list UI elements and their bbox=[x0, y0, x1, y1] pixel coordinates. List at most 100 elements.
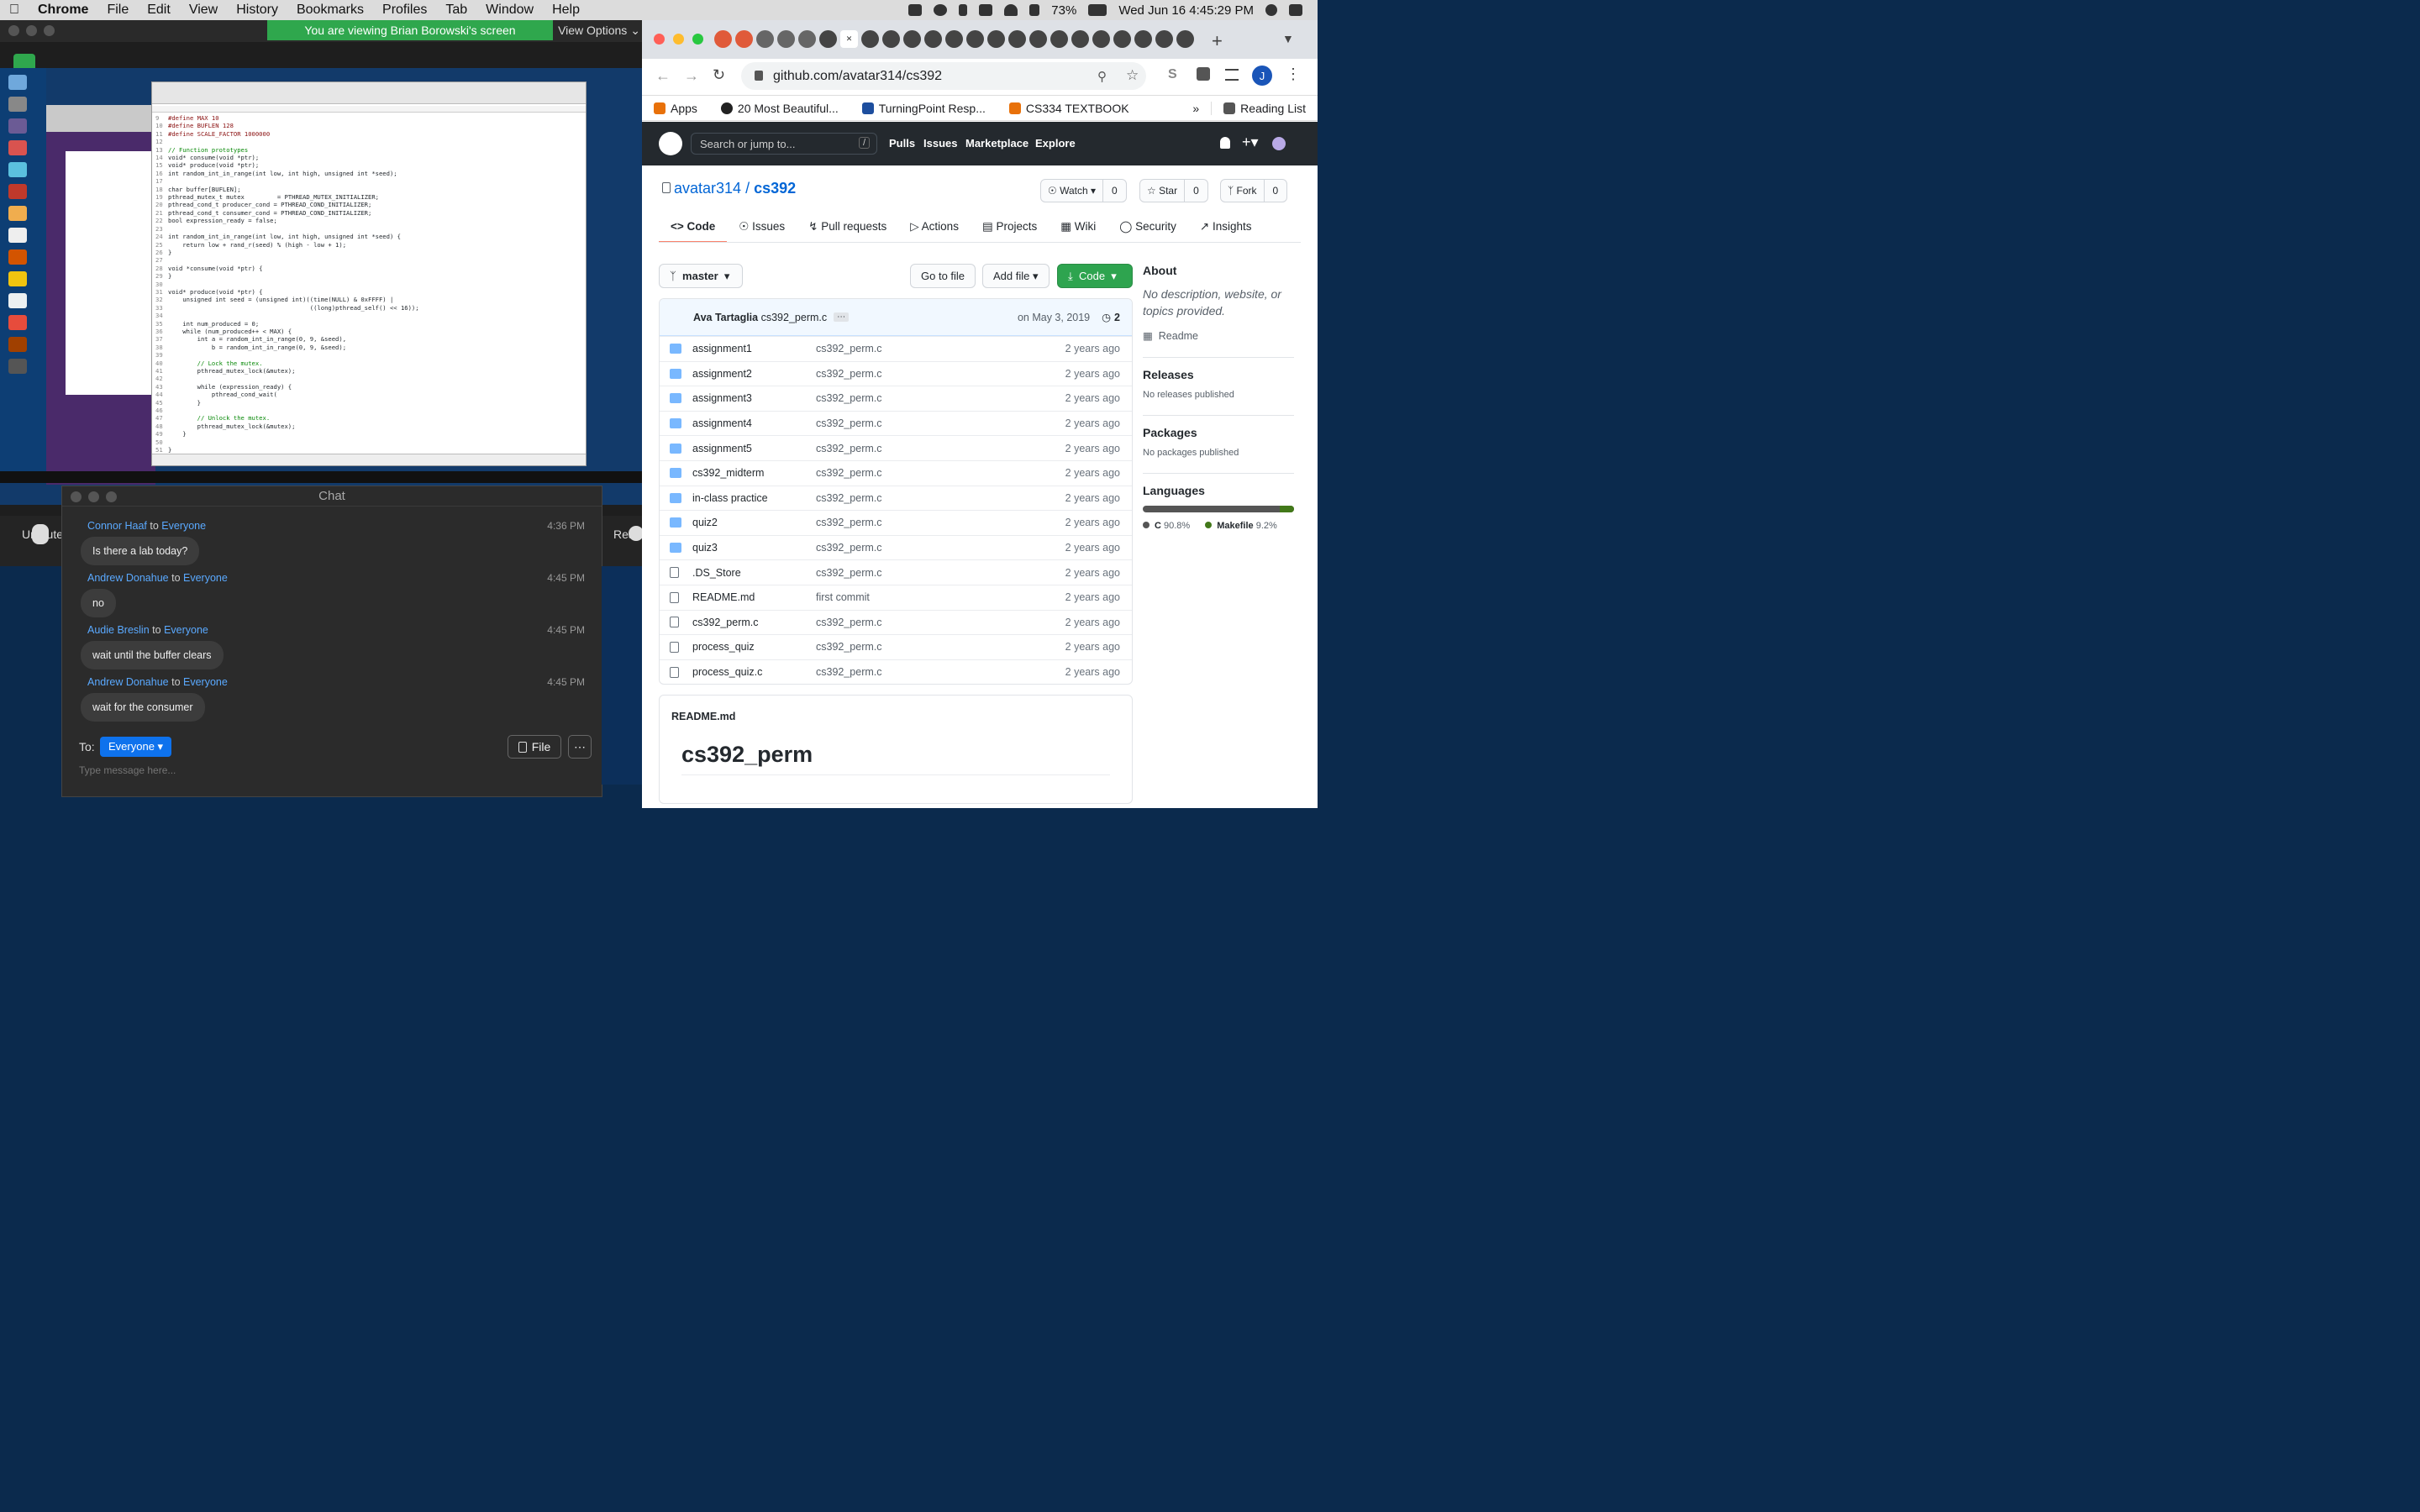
tab-favicon[interactable] bbox=[1113, 30, 1131, 48]
code-line[interactable]: 20 pthread_cond_t producer_cond = PTHREAD… bbox=[155, 201, 581, 208]
chat-message-input[interactable] bbox=[79, 764, 550, 776]
file-name[interactable]: assignment1 bbox=[692, 343, 752, 354]
menu-view[interactable]: View bbox=[180, 3, 227, 18]
code-line[interactable]: 41 pthread_mutex_lock(&mutex); bbox=[155, 367, 581, 375]
bluetooth-icon[interactable] bbox=[959, 4, 968, 16]
recipient-select[interactable]: Everyone ▾ bbox=[100, 737, 172, 757]
bookmark-apps[interactable]: Apps bbox=[642, 102, 709, 115]
code-line[interactable]: 29} bbox=[155, 272, 581, 280]
zoom-close-button[interactable] bbox=[8, 25, 19, 36]
github-logo-icon[interactable] bbox=[659, 132, 682, 155]
code-line[interactable]: 49 } bbox=[155, 430, 581, 438]
tab-favicon[interactable] bbox=[945, 30, 963, 48]
readme-link[interactable]: ▦ Readme bbox=[1143, 329, 1294, 342]
menu-window[interactable]: Window bbox=[476, 3, 543, 18]
time-machine-icon[interactable] bbox=[934, 4, 948, 16]
file-name[interactable]: process_quiz bbox=[692, 641, 755, 653]
reading-list-button[interactable]: Reading List bbox=[1211, 101, 1318, 115]
tab-favicon[interactable] bbox=[735, 30, 753, 48]
tab-wiki[interactable]: ▦ Wiki bbox=[1049, 215, 1107, 243]
code-line[interactable]: 31 void* produce(void *ptr) { bbox=[155, 288, 581, 296]
code-line[interactable]: 13 // Function prototypes bbox=[155, 146, 581, 154]
file-commit-message[interactable]: cs392_perm.c bbox=[816, 617, 882, 628]
tab-favicon[interactable] bbox=[798, 30, 816, 48]
code-line[interactable]: 25 return low + rand_r(seed) % (high - l… bbox=[155, 241, 581, 249]
reactions-button[interactable]: React bbox=[613, 528, 644, 541]
file-row[interactable]: in-class practice cs392_perm.c 2 years ago bbox=[660, 485, 1132, 511]
code-line[interactable]: 17 bbox=[155, 177, 581, 185]
file-row[interactable]: .DS_Store cs392_perm.c 2 years ago bbox=[660, 559, 1132, 585]
menu-bookmarks[interactable]: Bookmarks bbox=[287, 3, 373, 18]
commit-count[interactable]: 2 bbox=[1114, 312, 1120, 323]
control-center-icon[interactable] bbox=[1289, 4, 1302, 16]
tab-favicon[interactable] bbox=[819, 30, 837, 48]
history-icon[interactable]: ◷ bbox=[1102, 311, 1111, 323]
code-line[interactable]: 27 bbox=[155, 256, 581, 264]
file-row[interactable]: process_quiz cs392_perm.c 2 years ago bbox=[660, 634, 1132, 659]
user-avatar[interactable] bbox=[1272, 137, 1286, 150]
file-row[interactable]: assignment2 cs392_perm.c 2 years ago bbox=[660, 360, 1132, 386]
file-name[interactable]: cs392_midterm bbox=[692, 467, 764, 479]
file-name[interactable]: assignment5 bbox=[692, 443, 752, 454]
bell-icon[interactable] bbox=[1220, 137, 1230, 149]
file-row[interactable]: assignment5 cs392_perm.c 2 years ago bbox=[660, 435, 1132, 460]
file-commit-message[interactable]: cs392_perm.c bbox=[816, 443, 882, 454]
code-line[interactable]: 50 bbox=[155, 438, 581, 446]
battery-percent[interactable]: 73% bbox=[1051, 3, 1076, 18]
code-line[interactable]: 15 void* produce(void *ptr); bbox=[155, 161, 581, 169]
tab-favicon[interactable] bbox=[861, 30, 879, 48]
editplus-icon[interactable] bbox=[8, 249, 27, 265]
tab-favicon[interactable] bbox=[1134, 30, 1152, 48]
code-line[interactable]: 46 bbox=[155, 407, 581, 414]
sender-name[interactable]: Andrew Donahue bbox=[87, 676, 169, 688]
file-row[interactable]: assignment4 cs392_perm.c 2 years ago bbox=[660, 410, 1132, 436]
tab-favicon[interactable] bbox=[1071, 30, 1089, 48]
lock-icon[interactable] bbox=[755, 71, 763, 81]
code-line[interactable]: 10 #define BUFLEN 128 bbox=[155, 122, 581, 129]
watch-count[interactable]: 0 bbox=[1103, 185, 1126, 197]
tab-favicon[interactable] bbox=[882, 30, 900, 48]
code-line[interactable]: 36 while (num_produced++ < MAX) { bbox=[155, 328, 581, 335]
branch-select[interactable]: ᛉ master ▾ bbox=[659, 264, 743, 288]
code-line[interactable]: 33 ((long)pthread_self() << 16)); bbox=[155, 304, 581, 312]
bookmarks-overflow[interactable]: » bbox=[1181, 102, 1211, 115]
watch-button[interactable]: ☉ Watch ▾ 0 bbox=[1040, 179, 1127, 202]
chrome-menu-icon[interactable]: ⋮ bbox=[1286, 66, 1301, 83]
file-name[interactable]: process_quiz.c bbox=[692, 666, 762, 678]
code-line[interactable]: 47 // Unlock the mutex. bbox=[155, 414, 581, 422]
chat-expand-button[interactable] bbox=[106, 491, 117, 502]
tab-favicon[interactable] bbox=[1176, 30, 1194, 48]
sender-name[interactable]: Connor Haaf bbox=[87, 520, 147, 532]
menubar-clock[interactable]: Wed Jun 16 4:45:29 PM bbox=[1118, 3, 1254, 18]
tab-favicon[interactable] bbox=[1092, 30, 1110, 48]
commit-expand-button[interactable]: ⋯ bbox=[834, 312, 850, 322]
readme-filename[interactable]: README.md bbox=[671, 711, 735, 722]
chat-minimize-button[interactable] bbox=[88, 491, 99, 502]
tab-favicon[interactable] bbox=[966, 30, 984, 48]
spotlight-search-icon[interactable] bbox=[1265, 4, 1277, 16]
menu-history[interactable]: History bbox=[227, 3, 287, 18]
chrome-fullscreen-button[interactable] bbox=[692, 34, 703, 45]
code-download-button[interactable]: ⤓ Code ▾ bbox=[1057, 264, 1133, 288]
file-name[interactable]: assignment4 bbox=[692, 417, 752, 429]
profile-avatar[interactable]: J bbox=[1252, 66, 1272, 86]
chrome-icon[interactable] bbox=[8, 140, 27, 155]
commit-message[interactable]: cs392_perm.c bbox=[761, 312, 828, 323]
code-line[interactable]: 30 bbox=[155, 281, 581, 288]
file-name[interactable]: .DS_Store bbox=[692, 567, 741, 579]
file-commit-message[interactable]: cs392_perm.c bbox=[816, 492, 882, 504]
file-commit-message[interactable]: cs392_perm.c bbox=[816, 666, 882, 678]
file-row[interactable]: README.md first commit 2 years ago bbox=[660, 584, 1132, 610]
forward-icon[interactable]: → bbox=[684, 67, 699, 85]
code-line[interactable]: 14 void* consume(void *ptr); bbox=[155, 154, 581, 161]
file-button[interactable]: File bbox=[508, 735, 561, 759]
file-name[interactable]: cs392_perm.c bbox=[692, 617, 759, 628]
adobe-icon[interactable] bbox=[8, 184, 27, 199]
active-tab-close-icon[interactable]: ✕ bbox=[840, 30, 858, 48]
media-controls-icon[interactable] bbox=[1225, 69, 1239, 81]
sender-name[interactable]: Andrew Donahue bbox=[87, 572, 169, 584]
code-line[interactable]: 9 #define MAX 10 bbox=[155, 114, 581, 122]
extensions-icon[interactable] bbox=[1197, 67, 1210, 81]
releases-heading[interactable]: Releases bbox=[1143, 368, 1294, 381]
volume-icon[interactable] bbox=[1029, 4, 1040, 16]
